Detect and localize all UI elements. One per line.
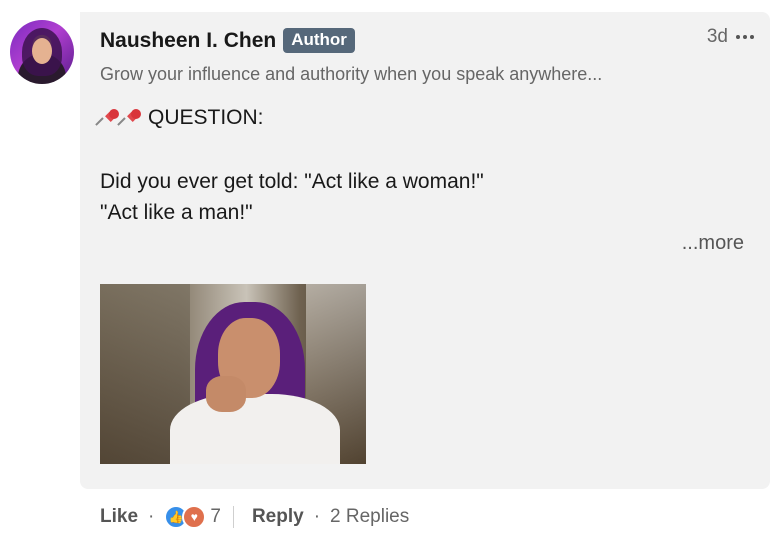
comment-line-2: Did you ever get told: "Act like a woman… [100, 170, 484, 193]
author-avatar[interactable] [10, 20, 74, 84]
see-more-link[interactable]: ...more [682, 232, 744, 255]
comment-line-1: QUESTION: [148, 106, 264, 129]
pushpin-icon [95, 107, 144, 129]
reactions[interactable]: 👍 ♥ 7 [164, 505, 221, 529]
like-button[interactable]: Like [100, 506, 138, 528]
divider [232, 506, 234, 528]
reply-button[interactable]: Reply [252, 506, 304, 528]
comment-bubble: Nausheen I. Chen Author 3d Grow your inf… [80, 12, 770, 489]
comment-image[interactable] [100, 284, 366, 464]
author-badge: Author [283, 28, 355, 53]
replies-link[interactable]: 2 Replies [330, 506, 409, 528]
comment-text: QUESTION: Did you ever get told: "Act li… [95, 102, 484, 228]
more-options-icon[interactable] [736, 35, 754, 39]
author-row: Nausheen I. Chen Author [100, 28, 355, 53]
author-headline: Grow your influence and authority when y… [100, 64, 603, 84]
comment-line-3: "Act like a man!" [100, 201, 253, 224]
author-name[interactable]: Nausheen I. Chen [100, 29, 276, 53]
love-reaction-icon: ♥ [182, 505, 207, 529]
comment-timestamp: 3d [706, 26, 728, 47]
comment-actions: Like · 👍 ♥ 7 Reply · 2 Replies [100, 505, 410, 529]
reaction-count: 7 [210, 506, 221, 527]
avatar-face [32, 38, 52, 64]
comment-meta: 3d [707, 26, 754, 48]
